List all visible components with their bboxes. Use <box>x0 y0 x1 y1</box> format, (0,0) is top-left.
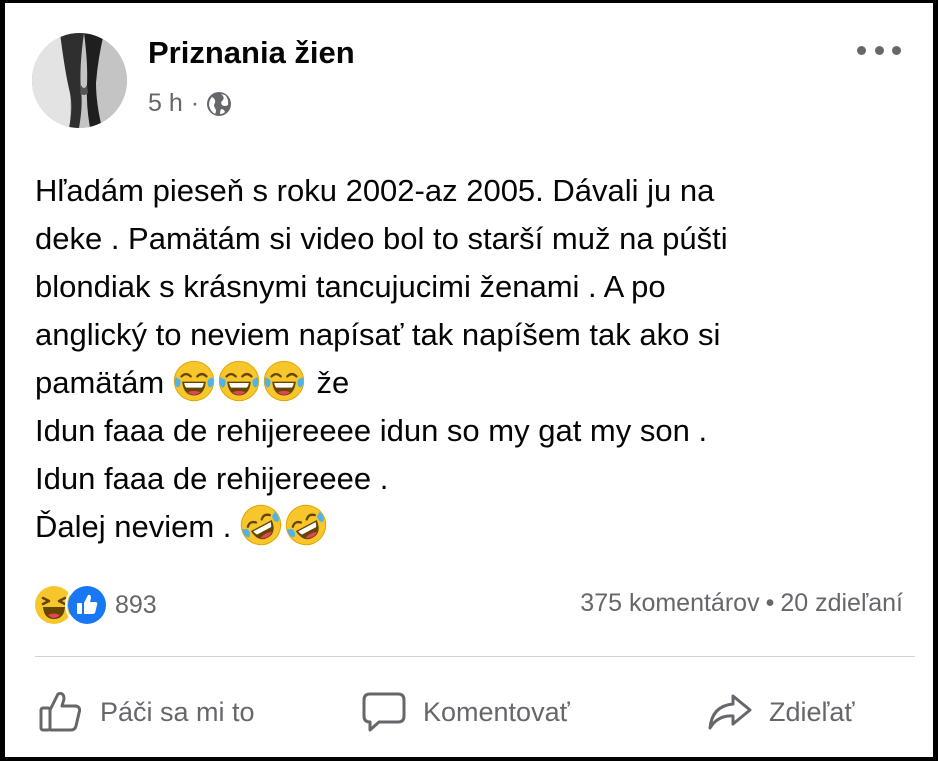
post-text-line: pamätám že <box>35 359 925 407</box>
share-button[interactable]: Zdieľať <box>707 687 855 737</box>
post-stats: 375 komentárov • 20 zdieľaní <box>580 589 903 618</box>
page-avatar[interactable] <box>32 33 127 128</box>
face-with-tears-of-joy-icon <box>173 360 215 402</box>
rolling-on-the-floor-laughing-icon <box>285 504 327 546</box>
stats-separator: • <box>765 589 775 617</box>
post-text-line: Idun faaa de rehijereeee idun so my gat … <box>35 413 708 448</box>
post-text-line: Ďalej neviem . <box>35 503 925 551</box>
comment-button[interactable]: Komentovať <box>361 687 570 737</box>
page-name[interactable]: Priznania žien <box>148 35 355 71</box>
like-button[interactable]: Páči sa mi to <box>38 687 255 737</box>
post-text-line: deke . Pamätám si video bol to starší mu… <box>35 221 728 256</box>
post-text-line: anglický to neviem napísať tak napíšem t… <box>35 317 721 352</box>
post-time[interactable]: 5 h <box>148 89 183 118</box>
post-text-fragment: Ďalej neviem . <box>35 509 232 544</box>
post-text-line: blondiak s krásnymi tancujucimi ženami .… <box>35 269 666 304</box>
reactions-summary[interactable]: 893 <box>32 583 157 627</box>
reaction-count: 893 <box>115 590 157 619</box>
face-with-tears-of-joy-icon <box>263 360 305 402</box>
share-label: Zdieľať <box>769 696 855 727</box>
comment-icon <box>362 692 406 732</box>
like-label: Páči sa mi to <box>100 696 255 727</box>
more-horizontal-icon <box>857 45 866 55</box>
post-text-line: Idun faaa de rehijereeee . <box>35 461 389 496</box>
post-meta: 5 h · <box>148 89 232 118</box>
post-card: Priznania žien 5 h · Hľadám pieseň s rok… <box>0 0 938 761</box>
comments-count[interactable]: 375 komentárov <box>580 589 759 617</box>
meta-separator: · <box>190 89 200 117</box>
post-text-fragment: pamätám <box>35 365 165 400</box>
face-with-tears-of-joy-icon <box>218 360 260 402</box>
post-text-line: Hľadám pieseň s roku 2002-az 2005. Dával… <box>35 173 715 208</box>
share-icon <box>708 694 752 730</box>
thumbs-up-icon <box>39 692 82 732</box>
shares-count[interactable]: 20 zdieľaní <box>780 589 903 617</box>
post-text: Hľadám pieseň s roku 2002-az 2005. Dával… <box>35 167 925 551</box>
divider <box>35 656 915 657</box>
more-options-button[interactable] <box>857 36 901 64</box>
like-reaction-icon <box>65 583 109 627</box>
rolling-on-the-floor-laughing-icon <box>240 504 282 546</box>
globe-icon[interactable] <box>206 91 232 117</box>
post-text-fragment: že <box>316 365 350 400</box>
comment-label: Komentovať <box>423 696 570 727</box>
avatar-image <box>32 33 127 128</box>
